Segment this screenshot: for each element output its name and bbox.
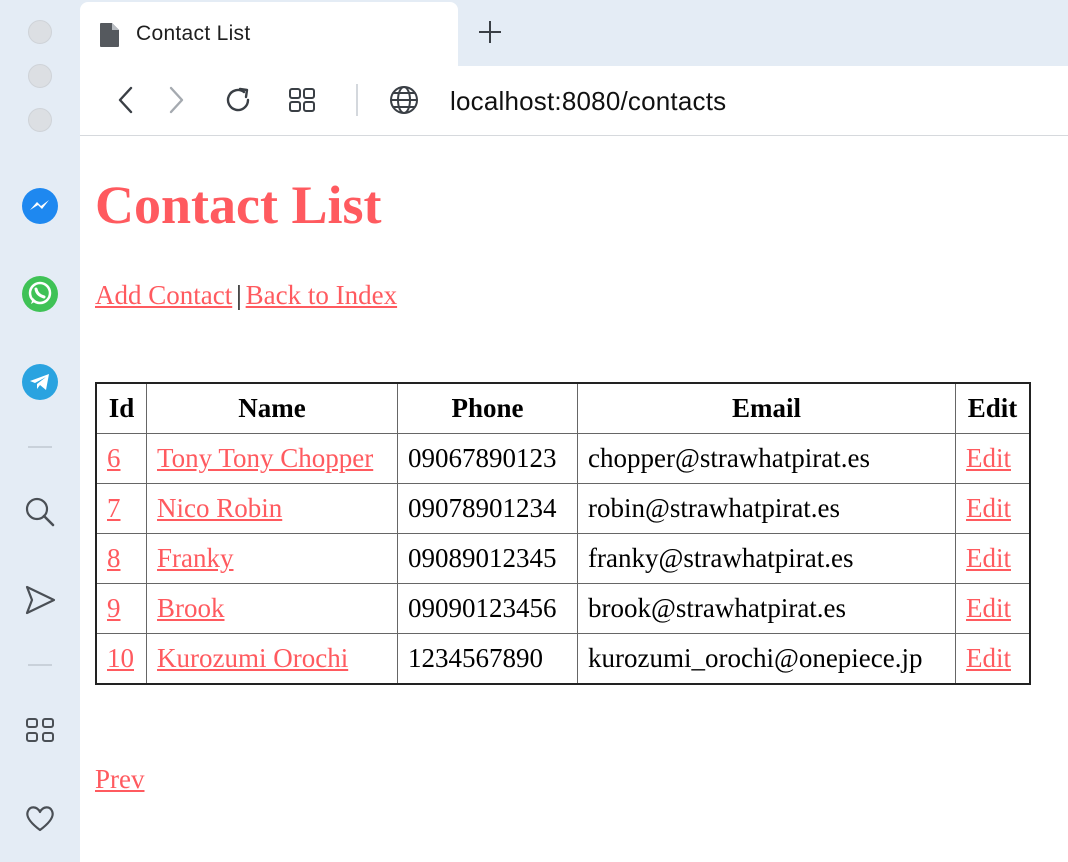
link-separator: | bbox=[236, 280, 242, 310]
contact-email: chopper@strawhatpirat.es bbox=[577, 433, 956, 484]
heart-icon[interactable] bbox=[20, 798, 60, 838]
grid-icon bbox=[289, 88, 315, 112]
pagination: Prev bbox=[95, 764, 145, 795]
contact-phone: 1234567890 bbox=[397, 633, 578, 685]
contact-id-link[interactable]: 9 bbox=[107, 593, 121, 623]
chevron-right-icon bbox=[169, 86, 184, 114]
contact-email: brook@strawhatpirat.es bbox=[577, 583, 956, 634]
window-zoom-dot[interactable] bbox=[28, 108, 52, 132]
column-header-name: Name bbox=[146, 382, 398, 434]
back-button[interactable] bbox=[106, 80, 146, 120]
tab-title: Contact List bbox=[136, 22, 251, 45]
contact-phone: 09078901234 bbox=[397, 483, 578, 534]
contact-id-link[interactable]: 10 bbox=[107, 643, 134, 673]
edit-link[interactable]: Edit bbox=[966, 493, 1011, 523]
address-bar[interactable]: localhost:8080/contacts bbox=[450, 86, 726, 117]
contact-name-link[interactable]: Brook bbox=[157, 593, 225, 623]
table-header-row: Id Name Phone Email Edit bbox=[95, 382, 1031, 434]
contact-phone: 09089012345 bbox=[397, 533, 578, 584]
table-row: 8 Franky 09089012345 franky@strawhatpira… bbox=[95, 533, 1031, 584]
contact-email: robin@strawhatpirat.es bbox=[577, 483, 956, 534]
add-contact-link[interactable]: Add Contact bbox=[95, 280, 232, 310]
contact-name-link[interactable]: Nico Robin bbox=[157, 493, 282, 523]
contact-email: kurozumi_orochi@onepiece.jp bbox=[577, 633, 956, 685]
contact-phone: 09067890123 bbox=[397, 433, 578, 484]
column-header-id: Id bbox=[95, 382, 147, 434]
contact-id-link[interactable]: 7 bbox=[107, 493, 121, 523]
column-header-email: Email bbox=[577, 382, 956, 434]
page-icon bbox=[98, 22, 120, 53]
send-icon[interactable] bbox=[20, 580, 60, 620]
contact-id-link[interactable]: 8 bbox=[107, 543, 121, 573]
edit-link[interactable]: Edit bbox=[966, 543, 1011, 573]
tabs-grid-button[interactable] bbox=[282, 80, 322, 120]
contacts-table: Id Name Phone Email Edit 6 Tony Tony Cho… bbox=[95, 382, 1031, 685]
sidebar-divider bbox=[28, 664, 52, 666]
sidebar-divider bbox=[28, 446, 52, 448]
reload-icon bbox=[226, 87, 250, 112]
toolbar-divider bbox=[356, 84, 358, 116]
table-row: 7 Nico Robin 09078901234 robin@strawhatp… bbox=[95, 483, 1031, 534]
apps-icon[interactable] bbox=[20, 710, 60, 750]
globe-icon bbox=[384, 80, 424, 120]
chevron-left-icon bbox=[118, 86, 133, 114]
plus-icon bbox=[479, 21, 501, 43]
whatsapp-icon[interactable] bbox=[20, 274, 60, 314]
edit-link[interactable]: Edit bbox=[966, 643, 1011, 673]
reload-button[interactable] bbox=[218, 80, 258, 120]
edit-link[interactable]: Edit bbox=[966, 443, 1011, 473]
contact-name-link[interactable]: Franky bbox=[157, 543, 234, 573]
contact-id-link[interactable]: 6 bbox=[107, 443, 121, 473]
contact-name-link[interactable]: Kurozumi Orochi bbox=[157, 643, 348, 673]
page-title: Contact List bbox=[95, 175, 382, 235]
forward-button[interactable] bbox=[156, 80, 196, 120]
messenger-icon[interactable] bbox=[20, 186, 60, 226]
window-minimize-dot[interactable] bbox=[28, 64, 52, 88]
contact-email: franky@strawhatpirat.es bbox=[577, 533, 956, 584]
prev-page-link[interactable]: Prev bbox=[95, 764, 145, 794]
browser-toolbar: localhost:8080/contacts bbox=[80, 66, 1068, 136]
contact-name-link[interactable]: Tony Tony Chopper bbox=[157, 443, 373, 473]
column-header-phone: Phone bbox=[397, 382, 578, 434]
back-to-index-link[interactable]: Back to Index bbox=[246, 280, 397, 310]
table-row: 10 Kurozumi Orochi 1234567890 kurozumi_o… bbox=[95, 633, 1031, 685]
column-header-edit: Edit bbox=[955, 382, 1031, 434]
new-tab-button[interactable] bbox=[470, 12, 510, 52]
table-row: 9 Brook 09090123456 brook@strawhatpirat.… bbox=[95, 583, 1031, 634]
window-close-dot[interactable] bbox=[28, 20, 52, 44]
telegram-icon[interactable] bbox=[20, 362, 60, 402]
page-nav-links: Add Contact | Back to Index bbox=[95, 280, 397, 311]
browser-sidebar bbox=[0, 0, 80, 862]
table-row: 6 Tony Tony Chopper 09067890123 chopper@… bbox=[95, 433, 1031, 484]
tab-contact-list[interactable]: Contact List bbox=[80, 2, 458, 66]
contact-phone: 09090123456 bbox=[397, 583, 578, 634]
search-icon[interactable] bbox=[20, 492, 60, 532]
edit-link[interactable]: Edit bbox=[966, 593, 1011, 623]
